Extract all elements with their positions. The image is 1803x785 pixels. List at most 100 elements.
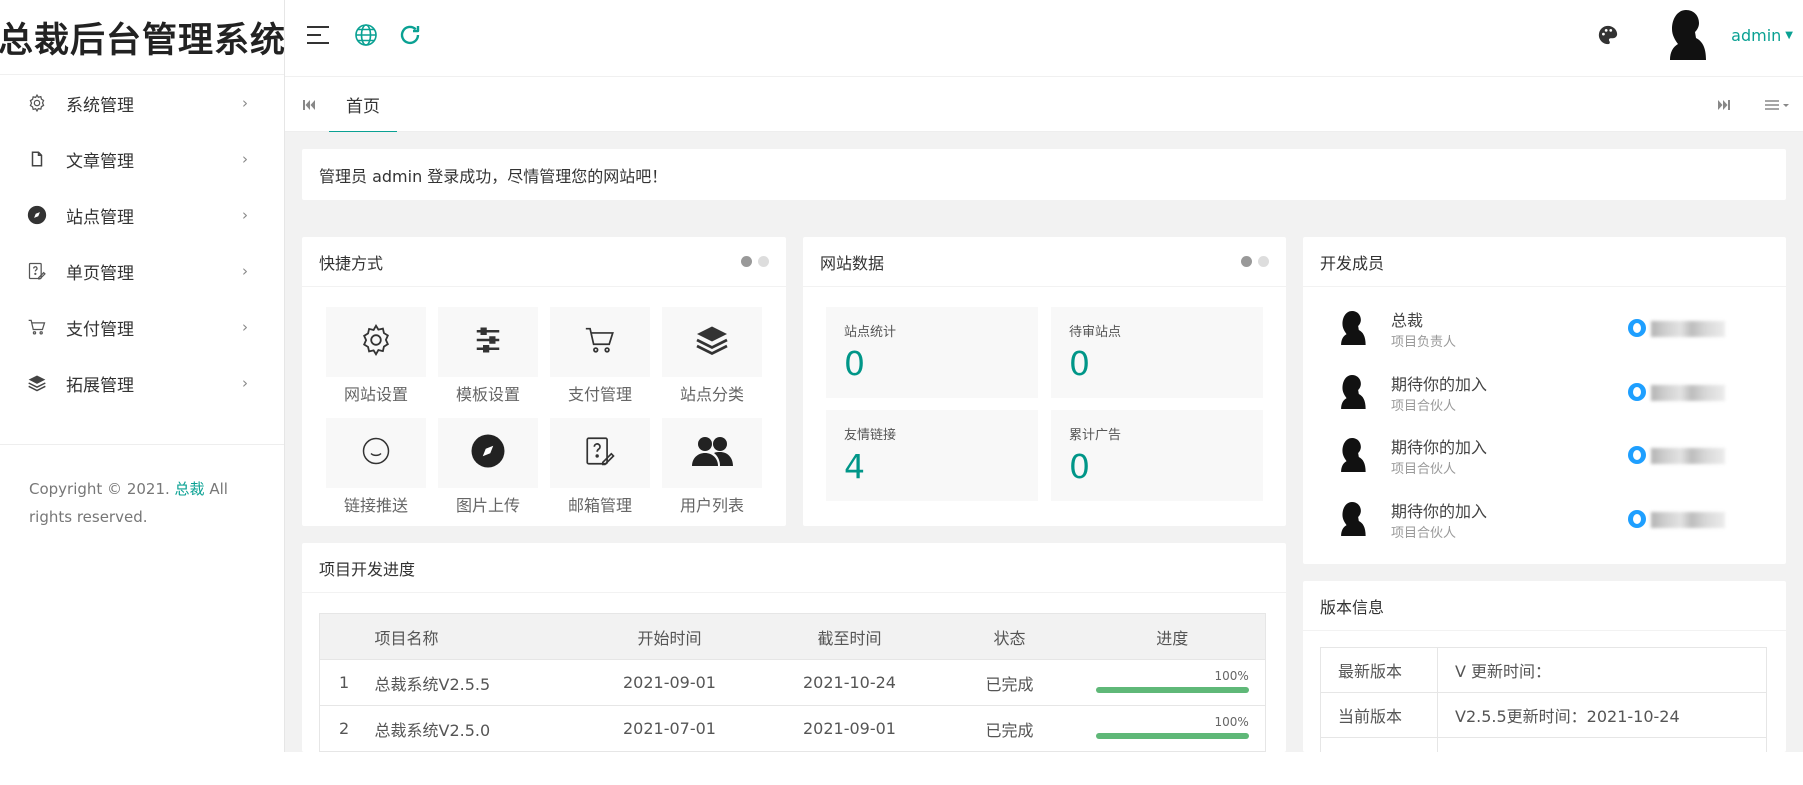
project-progress-card: 项目开发进度 项目名称 开始时间 截至时间 状态 进度 1 总裁系统V2.5.5… bbox=[302, 543, 1286, 752]
column-header: 状态 bbox=[939, 613, 1080, 660]
tab-options-icon[interactable] bbox=[1763, 95, 1793, 115]
login-notice: 管理员 admin 登录成功，尽情管理您的网站吧！ bbox=[302, 149, 1786, 200]
table-row: 最新版本 V 更新时间： bbox=[1320, 647, 1767, 693]
row-number: 1 bbox=[319, 659, 375, 706]
stat-site-count[interactable]: 站点统计 0 bbox=[826, 307, 1038, 398]
copyright: Copyright © 2021. 总裁 All rights reserved… bbox=[0, 445, 284, 561]
member-item: 期待你的加入 项目合伙人 bbox=[1303, 434, 1783, 484]
member-role: 项目负责人 bbox=[1391, 335, 1457, 350]
tab-home[interactable]: 首页 bbox=[329, 77, 397, 133]
stat-value: 0 bbox=[1069, 344, 1090, 383]
stat-value: 0 bbox=[844, 344, 865, 383]
user-menu[interactable]: admin ▼ bbox=[1731, 26, 1793, 45]
sidebar-item-extend[interactable]: 拓展管理 › bbox=[0, 355, 284, 411]
member-name: 总裁 bbox=[1391, 311, 1424, 330]
chevron-right-icon: › bbox=[242, 318, 248, 336]
member-name: 期待你的加入 bbox=[1391, 438, 1488, 457]
progress-bar: 100% bbox=[1095, 669, 1249, 693]
tab-next-icon[interactable] bbox=[1714, 95, 1734, 115]
shortcut-site-category[interactable] bbox=[662, 307, 762, 377]
avatar[interactable] bbox=[1663, 7, 1709, 63]
menu-toggle-icon[interactable] bbox=[303, 20, 333, 50]
progress-fill bbox=[1095, 686, 1249, 693]
tab-prev-icon[interactable] bbox=[299, 95, 319, 115]
sidebar-menu: 系统管理 › 文章管理 › 站点管理 › 单页管理 › 支付管理 › 拓展管理 … bbox=[0, 75, 284, 411]
project-name-link[interactable]: 总裁系统V2.5.5 bbox=[374, 659, 580, 706]
shortcut-template-settings[interactable] bbox=[438, 307, 538, 377]
sidebar-item-page[interactable]: 单页管理 › bbox=[0, 243, 284, 299]
blurred-contact bbox=[1651, 448, 1725, 464]
stat-total-ads[interactable]: 累计广告 0 bbox=[1051, 410, 1263, 501]
qq-icon[interactable] bbox=[1628, 319, 1646, 341]
progress-table: 项目名称 开始时间 截至时间 状态 进度 1 总裁系统V2.5.5 2021-0… bbox=[319, 613, 1266, 752]
member-name: 期待你的加入 bbox=[1391, 375, 1488, 394]
member-item: 总裁 项目负责人 bbox=[1303, 307, 1783, 357]
qq-icon[interactable] bbox=[1628, 446, 1646, 468]
carousel-dot[interactable] bbox=[758, 256, 769, 267]
shortcut-mailbox[interactable] bbox=[550, 418, 650, 488]
member-avatar-icon bbox=[1341, 437, 1366, 473]
shortcut-label: 站点分类 bbox=[679, 385, 744, 404]
version-card: 版本信息 最新版本 V 更新时间： 当前版本 V2.5.5更新时间：2021-1… bbox=[1303, 581, 1786, 752]
sidebar-item-label: 站点管理 bbox=[66, 207, 134, 228]
version-value: V 更新时间： bbox=[1437, 647, 1767, 693]
qq-icon[interactable] bbox=[1628, 510, 1646, 532]
member-item: 期待你的加入 项目合伙人 bbox=[1303, 498, 1783, 548]
version-value: V2.5.5更新时间：2021-10-24 bbox=[1437, 692, 1767, 738]
card-title: 快捷方式 bbox=[319, 253, 384, 273]
carousel-dot[interactable] bbox=[1241, 256, 1252, 267]
end-date: 2021-09-01 bbox=[759, 705, 940, 752]
shortcuts-card: 快捷方式 网站设置 模板设置 支付管理 站点分类 链接推送 图片上传 邮箱管理 bbox=[302, 237, 786, 526]
shortcut-image-upload[interactable] bbox=[438, 418, 538, 488]
app-logo-title[interactable]: 总裁后台管理系统 bbox=[0, 0, 285, 75]
sidebar: 总裁后台管理系统 系统管理 › 文章管理 › 站点管理 › 单页管理 › 支付管… bbox=[0, 0, 285, 752]
site-data-card: 网站数据 站点统计 0 待审站点 0 友情链接 4 累计广告 0 bbox=[803, 237, 1286, 526]
shortcut-pay[interactable] bbox=[550, 307, 650, 377]
version-header: 版本信息 bbox=[1303, 581, 1786, 631]
users-icon bbox=[690, 435, 734, 471]
sidebar-item-label: 单页管理 bbox=[66, 263, 134, 284]
refresh-icon[interactable] bbox=[395, 20, 425, 50]
stat-friend-links[interactable]: 友情链接 4 bbox=[826, 410, 1038, 501]
column-header: 进度 bbox=[1079, 613, 1266, 660]
member-item: 期待你的加入 项目合伙人 bbox=[1303, 371, 1783, 421]
carousel-dots[interactable] bbox=[1241, 256, 1269, 267]
blurred-contact bbox=[1651, 385, 1725, 401]
carousel-dot[interactable] bbox=[1258, 256, 1269, 267]
qq-icon[interactable] bbox=[1628, 383, 1646, 405]
compass-icon bbox=[470, 433, 506, 473]
palette-icon[interactable] bbox=[1593, 20, 1623, 50]
progress-cell: 100% bbox=[1079, 659, 1266, 706]
copyright-link[interactable]: 总裁 bbox=[175, 480, 205, 498]
carousel-dot[interactable] bbox=[741, 256, 752, 267]
card-title: 开发成员 bbox=[1320, 253, 1385, 273]
member-avatar-icon bbox=[1341, 374, 1366, 410]
shortcut-link-push[interactable] bbox=[326, 418, 426, 488]
progress-fill bbox=[1095, 732, 1249, 739]
members-header: 开发成员 bbox=[1303, 237, 1786, 287]
column-header bbox=[319, 613, 375, 660]
card-title: 项目开发进度 bbox=[319, 559, 416, 579]
tab-home-label: 首页 bbox=[346, 96, 380, 117]
caret-down-icon: ▼ bbox=[1785, 29, 1793, 41]
stat-pending-sites[interactable]: 待审站点 0 bbox=[1051, 307, 1263, 398]
compass-icon bbox=[26, 204, 48, 226]
table-row bbox=[1320, 737, 1767, 752]
end-date: 2021-10-24 bbox=[759, 659, 940, 706]
sidebar-item-pay[interactable]: 支付管理 › bbox=[0, 299, 284, 355]
sidebar-item-article[interactable]: 文章管理 › bbox=[0, 131, 284, 187]
sidebar-item-label: 拓展管理 bbox=[66, 375, 134, 396]
project-name-link[interactable]: 总裁系统V2.5.0 bbox=[374, 705, 580, 752]
sliders-icon bbox=[473, 325, 503, 359]
stat-label: 站点统计 bbox=[844, 325, 897, 340]
table-row: 当前版本 V2.5.5更新时间：2021-10-24 bbox=[1320, 692, 1767, 738]
blurred-contact bbox=[1651, 512, 1725, 528]
carousel-dots[interactable] bbox=[741, 256, 769, 267]
sidebar-item-system[interactable]: 系统管理 › bbox=[0, 75, 284, 131]
sidebar-item-site[interactable]: 站点管理 › bbox=[0, 187, 284, 243]
chevron-right-icon: › bbox=[242, 374, 248, 392]
globe-icon[interactable] bbox=[351, 20, 381, 50]
stat-label: 累计广告 bbox=[1069, 428, 1122, 443]
shortcut-site-settings[interactable] bbox=[326, 307, 426, 377]
shortcut-user-list[interactable] bbox=[662, 418, 762, 488]
